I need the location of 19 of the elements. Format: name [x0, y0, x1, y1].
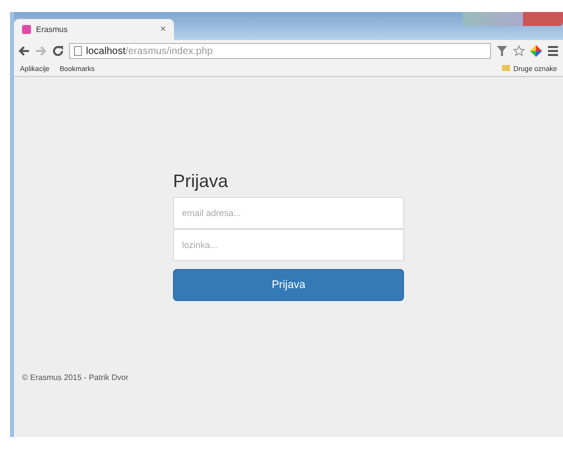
browser-tab[interactable]: Erasmus × — [14, 19, 174, 40]
address-bar[interactable]: localhost/erasmus/index.php — [69, 43, 491, 59]
input-field[interactable]: email adresa... — [173, 197, 404, 229]
url-host: localhost — [86, 46, 126, 56]
filter-icon[interactable] — [496, 45, 508, 57]
input-field[interactable]: lozinka... — [173, 229, 404, 261]
favicon-icon — [22, 25, 31, 34]
tab-close-button[interactable]: × — [160, 24, 166, 35]
tab-title: Erasmus — [36, 25, 69, 34]
back-arrow-icon[interactable] — [18, 45, 30, 57]
login-heading: Prijava — [173, 171, 230, 192]
url-path: /erasmus/index.php — [125, 46, 213, 56]
page-icon — [74, 46, 82, 56]
color-wheel-icon[interactable] — [530, 45, 542, 57]
reload-icon[interactable] — [52, 45, 64, 57]
menu-icon[interactable] — [547, 45, 559, 57]
footer-text: © Erasmus 2015 - Patrik Dvor — [22, 373, 128, 382]
star-icon[interactable] — [513, 45, 525, 57]
login-button[interactable]: Prijava — [173, 269, 404, 301]
